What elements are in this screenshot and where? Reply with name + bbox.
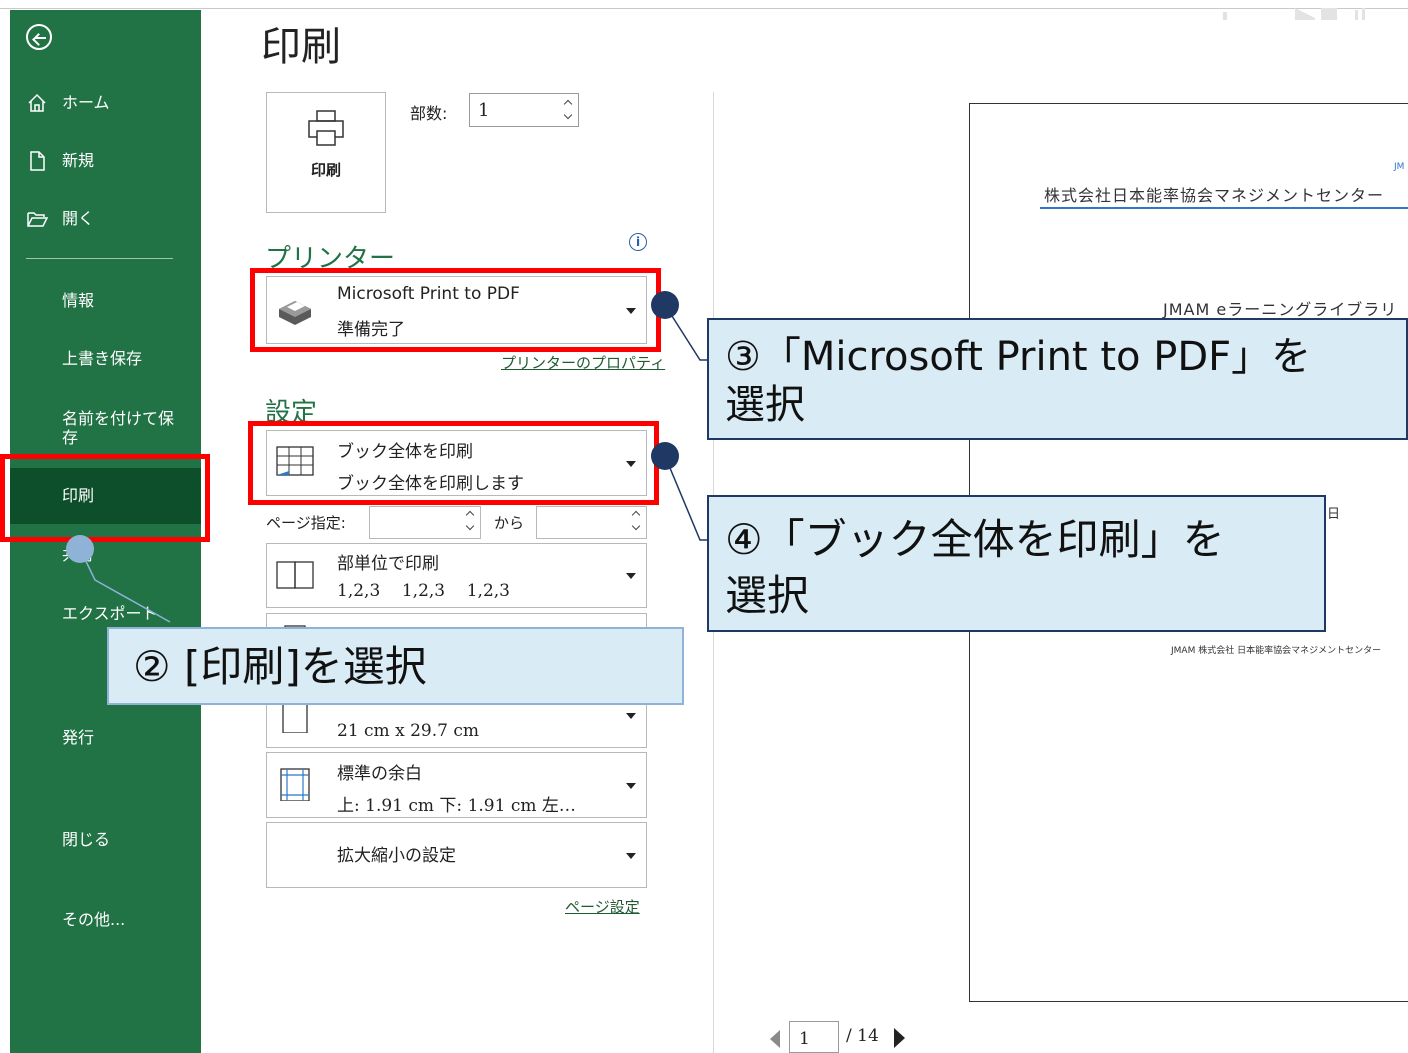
previous-page-icon[interactable] <box>770 1030 780 1048</box>
spin-down-icon[interactable] <box>563 110 573 120</box>
sidebar-item-label: ホーム <box>62 93 110 112</box>
collate-title: 部単位で印刷 <box>337 554 439 574</box>
spin-up-icon[interactable] <box>631 510 641 520</box>
paper-size-value: 21 cm x 29.7 cm <box>337 721 479 741</box>
printer-icon <box>308 110 344 146</box>
print-button[interactable]: 印刷 <box>266 92 386 213</box>
callout-step2: ② [印刷]を選択 <box>107 627 684 705</box>
preview-library-title: JMAM eラーニングライブラリ <box>1163 300 1398 319</box>
preview-day-text: 日 <box>1327 507 1341 522</box>
scaling-dropdown[interactable]: 拡大縮小の設定 <box>266 822 647 888</box>
new-document-icon <box>30 151 45 171</box>
folder-open-icon <box>27 212 48 227</box>
page-to-stepper[interactable] <box>536 506 647 539</box>
print-button-label: 印刷 <box>310 161 341 179</box>
margins-title: 標準の余白 <box>337 764 422 784</box>
callout-anchor-dot <box>66 535 94 563</box>
highlight-scope-dropdown <box>248 421 659 505</box>
highlight-print-menu <box>0 454 210 542</box>
collate-description: 1,2,3 1,2,3 1,2,3 <box>337 581 510 601</box>
page-setup-link[interactable]: ページ設定 <box>565 896 640 917</box>
page-from-stepper[interactable] <box>369 506 481 539</box>
total-pages: / 14 <box>846 1026 879 1046</box>
callout-step4-line2: 選択 <box>725 571 810 620</box>
preview-header-mark: JM <box>1394 162 1405 172</box>
copies-label: 部数: <box>410 104 448 123</box>
sidebar-item-save[interactable]: 上書き保存 <box>62 349 187 368</box>
sidebar-item-publish[interactable]: 発行 <box>62 728 187 747</box>
sidebar-item-close[interactable]: 閉じる <box>62 830 187 849</box>
copies-stepper[interactable]: 1 <box>469 93 579 127</box>
sidebar-item-label: 新規 <box>62 151 95 170</box>
printer-properties-link[interactable]: プリンターのプロパティ <box>501 352 665 373</box>
sidebar-item-label: 開く <box>62 209 95 228</box>
collate-dropdown[interactable]: 部単位で印刷 1,2,3 1,2,3 1,2,3 <box>266 543 647 608</box>
sidebar-item-info[interactable]: 情報 <box>62 291 187 310</box>
current-page-input[interactable]: 1 <box>789 1021 839 1053</box>
page-range-label: ページ指定: <box>266 514 346 532</box>
chevron-down-icon <box>626 783 636 789</box>
callout-anchor-dot <box>651 291 679 319</box>
margins-description: 上: 1.91 cm 下: 1.91 cm 左… <box>337 796 576 816</box>
preview-footer-text: JMAM 株式会社 日本能率協会マネジメントセンター <box>1171 646 1382 656</box>
chevron-down-icon <box>626 853 636 859</box>
ribbon-icons-fragment <box>1223 8 1365 20</box>
back-arrow-icon[interactable] <box>26 24 52 50</box>
page-title: 印刷 <box>261 24 341 70</box>
print-screen: ホーム 新規 開く 情報 上書き保存 名前を付けて保存 印刷 共有 エクスポート… <box>0 0 1408 1053</box>
callout-step3-line1: ③「Microsoft Print to PDF」を <box>725 334 1312 380</box>
callout-step2-text: ② [印刷]を選択 <box>133 642 427 691</box>
copies-value: 1 <box>478 100 490 121</box>
margins-dropdown[interactable]: 標準の余白 上: 1.91 cm 下: 1.91 cm 左… <box>266 752 647 818</box>
sidebar-divider <box>26 258 173 259</box>
spin-up-icon[interactable] <box>465 510 475 520</box>
callout-anchor-dot <box>651 442 679 470</box>
spin-down-icon[interactable] <box>631 521 641 531</box>
spin-up-icon[interactable] <box>563 99 573 109</box>
callout-step3-line2: 選択 <box>725 382 805 428</box>
page-range-to-label: から <box>494 514 525 532</box>
home-icon <box>28 93 46 112</box>
scaling-title: 拡大縮小の設定 <box>337 846 456 866</box>
sidebar-item-export[interactable]: エクスポート <box>62 604 187 623</box>
preview-company-name: 株式会社日本能率協会マネジメントセンター <box>1044 186 1385 205</box>
callout-step4-line1: ④「ブック全体を印刷」を <box>725 515 1225 564</box>
spin-down-icon[interactable] <box>465 521 475 531</box>
preview-header-rule <box>1040 207 1408 209</box>
sidebar-item-save-as[interactable]: 名前を付けて保存 <box>62 409 187 447</box>
collate-icon <box>276 561 314 589</box>
callout-step3: ③「Microsoft Print to PDF」を 選択 <box>707 318 1408 440</box>
callout-step4: ④「ブック全体を印刷」を 選択 <box>707 495 1326 632</box>
margins-icon <box>280 768 310 801</box>
chevron-down-icon <box>626 713 636 719</box>
next-page-icon[interactable] <box>894 1028 905 1048</box>
highlight-printer-dropdown <box>250 268 661 352</box>
chevron-down-icon <box>626 573 636 579</box>
sidebar-item-more[interactable]: その他... <box>62 910 187 929</box>
info-icon[interactable]: i <box>629 233 647 251</box>
window-top-border <box>0 8 1408 9</box>
